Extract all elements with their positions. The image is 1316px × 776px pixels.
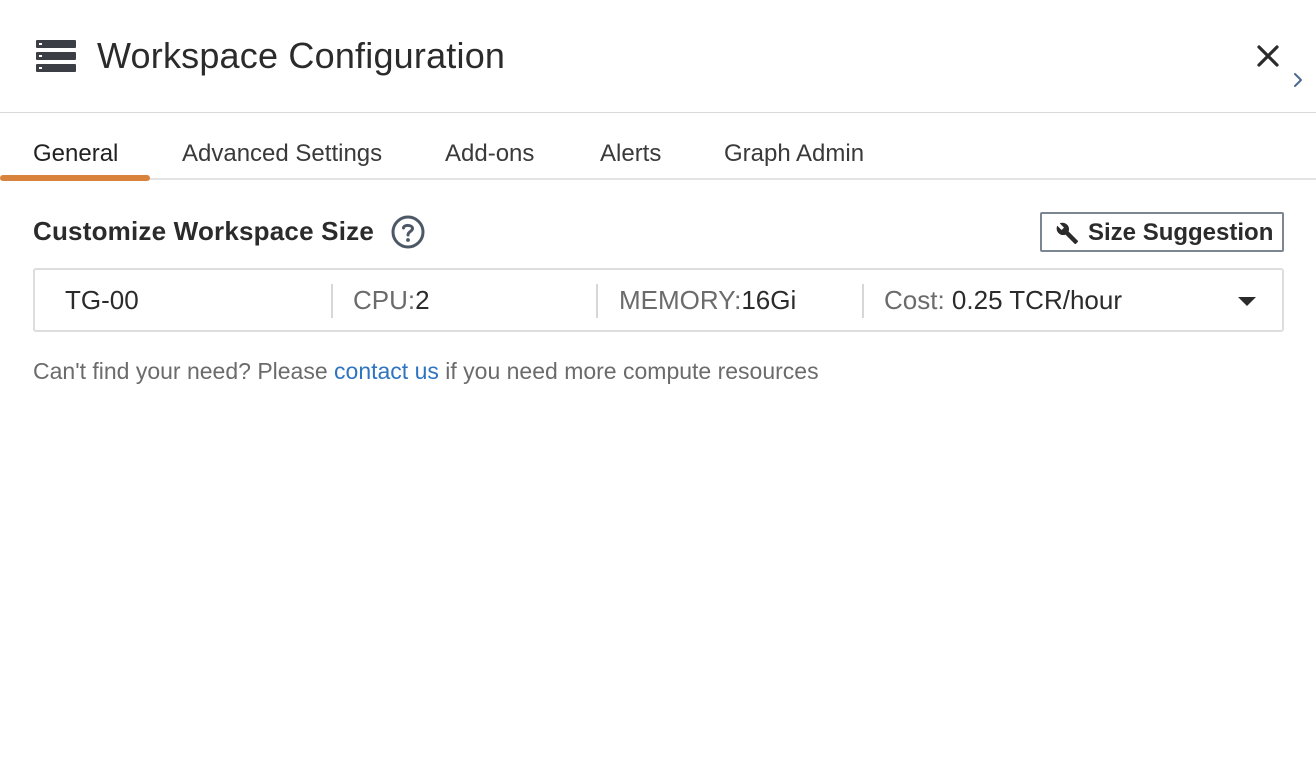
workspace-config-panel: Workspace Configuration General Advanced… <box>0 0 1316 776</box>
size-name: TG-00 <box>65 284 139 316</box>
help-text-suffix: if you need more compute resources <box>438 358 819 384</box>
size-name-value: TG-00 <box>65 285 139 315</box>
tab-advanced-settings[interactable]: Advanced Settings <box>182 139 382 169</box>
cpu-value: 2 <box>415 285 430 315</box>
memory-field: MEMORY:16Gi <box>619 284 796 316</box>
help-text-prefix: Can't find your need? Please <box>33 358 335 384</box>
panel-header: Workspace Configuration <box>0 0 1316 113</box>
cpu-field: CPU:2 <box>353 284 430 316</box>
contact-us-link[interactable]: contact us <box>334 358 439 384</box>
divider <box>596 284 598 318</box>
server-stack-icon <box>36 40 76 72</box>
chevron-right-icon[interactable] <box>1290 70 1306 90</box>
divider <box>331 284 333 318</box>
size-suggestion-button[interactable]: Size Suggestion <box>1040 212 1284 252</box>
tab-graph-admin[interactable]: Graph Admin <box>724 139 864 169</box>
cpu-label: CPU: <box>353 285 416 315</box>
caret-down-icon[interactable] <box>1235 290 1259 314</box>
memory-label: MEMORY: <box>619 285 742 315</box>
cost-field: Cost: 0.25 TCR/hour <box>884 284 1122 316</box>
section-title: Customize Workspace Size <box>33 216 374 246</box>
wrench-icon <box>1056 222 1078 244</box>
cost-value: 0.25 TCR/hour <box>951 285 1122 315</box>
tab-bar: General Advanced Settings Add-ons Alerts… <box>0 113 1316 181</box>
size-suggestion-label: Size Suggestion <box>1088 219 1274 246</box>
active-tab-indicator <box>0 175 150 181</box>
help-circle-icon[interactable] <box>390 214 426 250</box>
close-icon[interactable] <box>1252 40 1284 72</box>
help-text: Can't find your need? Please contact us … <box>33 356 819 386</box>
tab-add-ons[interactable]: Add-ons <box>445 139 534 169</box>
tab-alerts[interactable]: Alerts <box>600 139 661 169</box>
divider <box>862 284 864 318</box>
memory-value: 16Gi <box>741 285 797 315</box>
cost-label: Cost: <box>884 285 945 315</box>
workspace-size-dropdown[interactable]: TG-00 CPU:2 MEMORY:16Gi Cost: 0.25 TCR/h… <box>33 268 1284 332</box>
page-title: Workspace Configuration <box>97 35 506 76</box>
tab-general[interactable]: General <box>33 139 118 169</box>
